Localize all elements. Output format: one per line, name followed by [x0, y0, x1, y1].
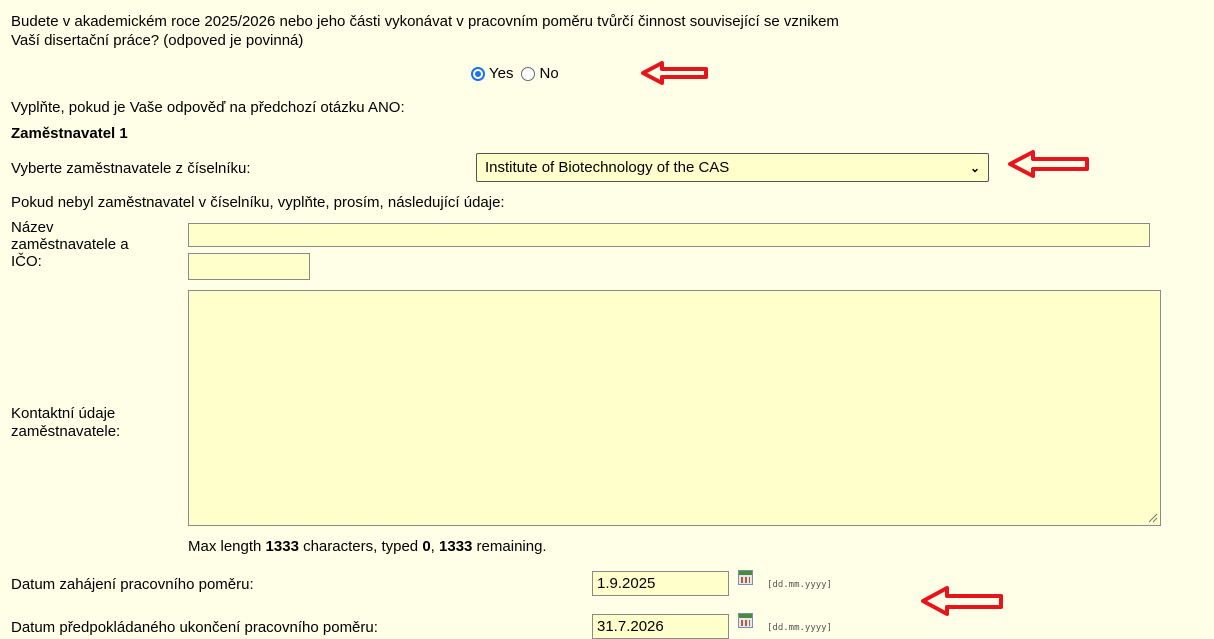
counter-remaining: 1333 — [439, 538, 473, 555]
end-date-format: [dd.mm.yyyy] — [767, 623, 833, 633]
chevron-down-icon: ⌄ — [969, 160, 980, 175]
red-arrow-icon — [1008, 150, 1089, 178]
calendar-icon[interactable] — [738, 613, 753, 628]
red-arrow-icon — [921, 586, 1003, 616]
yes-radio-label[interactable]: Yes — [489, 65, 513, 82]
counter-suffix: remaining. — [472, 538, 547, 555]
counter-max: 1333 — [265, 538, 299, 555]
employer-name-input[interactable] — [188, 223, 1150, 247]
counter-typed: 0 — [422, 538, 431, 555]
employer-select-value: Institute of Biotechnology of the CAS — [485, 159, 730, 176]
employer-select[interactable]: Institute of Biotechnology of the CAS ⌄ — [476, 153, 989, 182]
employer-name-label-line: zaměstnavatele a — [11, 236, 129, 253]
start-date-input[interactable]: 1.9.2025 — [592, 571, 729, 596]
contact-label: Kontaktní údaje zaměstnavatele: — [11, 405, 120, 441]
question-line-1: Budete v akademickém roce 2025/2026 nebo… — [11, 13, 839, 30]
end-date-input[interactable]: 31.7.2026 — [592, 614, 729, 639]
question-text: Budete v akademickém roce 2025/2026 nebo… — [11, 12, 1111, 50]
yes-radio[interactable] — [471, 66, 485, 81]
fallback-instruction: Pokud nebyl zaměstnavatel v číselníku, v… — [11, 194, 505, 211]
counter-prefix: Max length — [188, 538, 266, 555]
contact-label-line: Kontaktní údaje — [11, 405, 116, 422]
end-date-label: Datum předpokládaného ukončení pracovníh… — [11, 619, 378, 636]
red-arrow-icon — [641, 61, 708, 85]
question-line-2: Vaší disertační práce? (odpoved je povin… — [11, 32, 304, 49]
start-date-label: Datum zahájení pracovního poměru: — [11, 576, 254, 593]
no-radio-label[interactable]: No — [539, 65, 558, 82]
employer-name-label: Název zaměstnavatele a IČO: — [11, 219, 129, 270]
no-radio[interactable] — [521, 66, 536, 81]
counter-mid: characters, typed — [298, 538, 423, 555]
calendar-icon[interactable] — [738, 570, 753, 585]
select-employer-label: Vyberte zaměstnavatele z číselníku: — [11, 160, 251, 177]
employer-name-label-line: Název — [11, 219, 54, 236]
character-counter: Max length 1333 characters, typed 0, 133… — [188, 538, 547, 555]
contact-textarea[interactable] — [188, 290, 1161, 526]
employer-ico-input[interactable] — [188, 253, 310, 280]
start-date-format: [dd.mm.yyyy] — [767, 580, 833, 590]
instruction-text: Vyplňte, pokud je Vaše odpověď na předch… — [11, 99, 405, 116]
resize-handle-icon[interactable] — [1148, 513, 1158, 523]
employer-heading: Zaměstnavatel 1 — [11, 125, 128, 142]
counter-sep: , — [430, 538, 440, 555]
employer-name-label-line: IČO: — [11, 253, 42, 270]
yes-no-radio-group: Yes No — [471, 65, 567, 82]
contact-label-line: zaměstnavatele: — [11, 423, 121, 440]
